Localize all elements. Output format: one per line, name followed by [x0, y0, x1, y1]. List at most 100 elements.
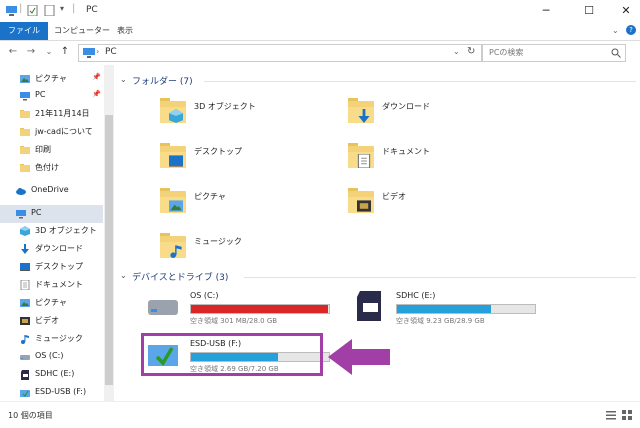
highlight-box [141, 333, 323, 376]
window-title: PC [86, 5, 98, 15]
download-icon [358, 109, 370, 123]
drive-item[interactable]: SDHC (E:) 空き領域 9.23 GB/28.9 GB [352, 287, 542, 327]
sidebar-scrollbar[interactable] [104, 65, 114, 401]
collapse-chevron-icon[interactable]: ⌄ [120, 75, 127, 84]
music-icon [21, 335, 29, 344]
sidebar-item-label: 21年11月14日 [35, 109, 90, 118]
sidebar-item[interactable]: ESD-USB (F:) [0, 384, 103, 402]
free-space: 空き領域 301 MB/28.0 GB [190, 317, 278, 325]
large-icons-view-icon[interactable] [622, 410, 632, 420]
separator: | [72, 3, 76, 14]
sidebar-item-label: 3D オブジェクト [35, 226, 97, 235]
address-bar[interactable]: › PC ⌄ ↻ [78, 44, 482, 62]
properties-icon[interactable] [27, 5, 38, 16]
drives-group-header[interactable]: デバイスとドライブ (3) [132, 270, 228, 283]
tab-file[interactable]: ファイル [0, 22, 48, 40]
sidebar-item-label: ミュージック [35, 334, 83, 343]
pc-icon [6, 6, 17, 16]
drive-item[interactable]: OS (C:) 空き領域 301 MB/28.0 GB [146, 287, 336, 327]
navigation-bar: ← → ⌄ ↑ › PC ⌄ ↻ PCの検索 [0, 41, 640, 65]
sidebar-item[interactable]: PC [0, 205, 103, 223]
folder-item[interactable]: ミュージック [160, 230, 330, 266]
navigation-pane: ピクチャ 📌 PC 📌 21年11月14日 jw-cadについて 印刷 色付け OneDrive… [0, 65, 116, 410]
drive-icon [148, 300, 178, 315]
sidebar-item[interactable]: SDHC (E:) [0, 366, 103, 384]
pin-icon: 📌 [92, 73, 101, 81]
sidebar-item[interactable]: PC 📌 [0, 87, 103, 105]
folders-group-header[interactable]: フォルダー (7) [132, 74, 193, 87]
folder-icon [20, 128, 30, 136]
minimize-button[interactable]: ─ [531, 2, 561, 20]
new-folder-icon[interactable] [44, 5, 55, 16]
folder-item[interactable]: ピクチャ [160, 185, 330, 221]
tab-view[interactable]: 表示 [109, 22, 141, 40]
pictures-icon [20, 75, 30, 83]
folder-label: ダウンロード [382, 102, 430, 111]
sidebar-item[interactable]: 印刷 [0, 141, 103, 159]
sidebar-item[interactable]: 21年11月14日 [0, 105, 103, 123]
chevron-down-icon[interactable]: ⌄ [612, 26, 619, 35]
sd-card-icon [21, 370, 29, 380]
sidebar-item-label: ダウンロード [35, 244, 83, 253]
sd-card-icon [357, 291, 381, 321]
quick-access-dropdown-icon[interactable]: ▾ [60, 4, 64, 13]
sidebar-item[interactable]: ピクチャ 📌 [0, 70, 103, 88]
forward-arrow-icon[interactable]: → [24, 45, 38, 59]
folder-item[interactable]: ビデオ [348, 185, 518, 221]
sidebar-item-label: PC [35, 90, 46, 99]
folder-label: 3D オブジェクト [194, 102, 256, 111]
sidebar-item[interactable]: 色付け [0, 159, 103, 177]
sidebar-item[interactable]: ダウンロード [0, 240, 103, 258]
recent-locations-icon[interactable]: ⌄ [42, 45, 56, 59]
up-arrow-icon[interactable]: ↑ [58, 45, 72, 59]
3d-objects-icon [20, 226, 30, 236]
sidebar-item[interactable]: OneDrive [0, 182, 103, 200]
folder-label: ミュージック [194, 237, 242, 246]
refresh-icon[interactable]: ↻ [467, 46, 475, 57]
tab-computer[interactable]: コンピューター [46, 22, 118, 40]
pictures-icon [20, 299, 30, 307]
scrollbar-thumb[interactable] [105, 115, 113, 385]
close-button[interactable]: ✕ [611, 2, 640, 20]
address-dropdown-icon[interactable]: ⌄ [453, 47, 460, 56]
help-icon[interactable]: ? [626, 25, 636, 35]
sidebar-item[interactable]: デスクトップ [0, 258, 103, 276]
pin-icon: 📌 [92, 90, 101, 98]
divider [244, 277, 636, 278]
folder-label: ビデオ [382, 192, 406, 201]
folder-label: ドキュメント [382, 147, 430, 156]
pc-icon [20, 92, 30, 101]
details-view-icon[interactable] [606, 410, 616, 420]
search-input[interactable]: PCの検索 [482, 44, 626, 62]
sidebar-item[interactable]: ミュージック [0, 330, 103, 348]
folder-item[interactable]: デスクトップ [160, 140, 330, 176]
maximize-button[interactable]: ☐ [574, 2, 604, 20]
title-bar: | ▾ | PC ─ ☐ ✕ [0, 0, 640, 22]
breadcrumb-chevron-icon: › [96, 47, 100, 56]
sidebar-item[interactable]: OS (C:) [0, 348, 103, 366]
sidebar-item[interactable]: ピクチャ [0, 294, 103, 312]
sidebar-item-label: 色付け [35, 163, 59, 172]
sidebar-item-label: ビデオ [35, 316, 59, 325]
pc-icon [16, 210, 26, 219]
collapse-chevron-icon[interactable]: ⌄ [120, 271, 127, 280]
back-arrow-icon[interactable]: ← [6, 45, 20, 59]
folder-label: デスクトップ [194, 147, 242, 156]
folder-icon [20, 146, 30, 154]
sidebar-item[interactable]: ドキュメント [0, 276, 103, 294]
sidebar-item[interactable]: 3D オブジェクト [0, 222, 103, 240]
ribbon-tabs: ファイル コンピューター 表示 ⌄ ? [0, 22, 640, 41]
folder-item[interactable]: ドキュメント [348, 140, 518, 176]
storage-bar [396, 304, 536, 314]
sidebar-item-label: ドキュメント [35, 280, 83, 289]
sidebar-item[interactable]: ビデオ [0, 312, 103, 330]
divider [204, 81, 636, 82]
storage-bar-fill [191, 305, 328, 313]
sidebar-item[interactable]: jw-cadについて [0, 123, 103, 141]
storage-bar [190, 304, 330, 314]
folder-item[interactable]: 3D オブジェクト [160, 95, 330, 131]
drive-name: OS (C:) [190, 291, 219, 300]
folder-item[interactable]: ダウンロード [348, 95, 518, 131]
status-bar: 10 個の項目 [0, 401, 640, 428]
drive-name: SDHC (E:) [396, 291, 436, 300]
